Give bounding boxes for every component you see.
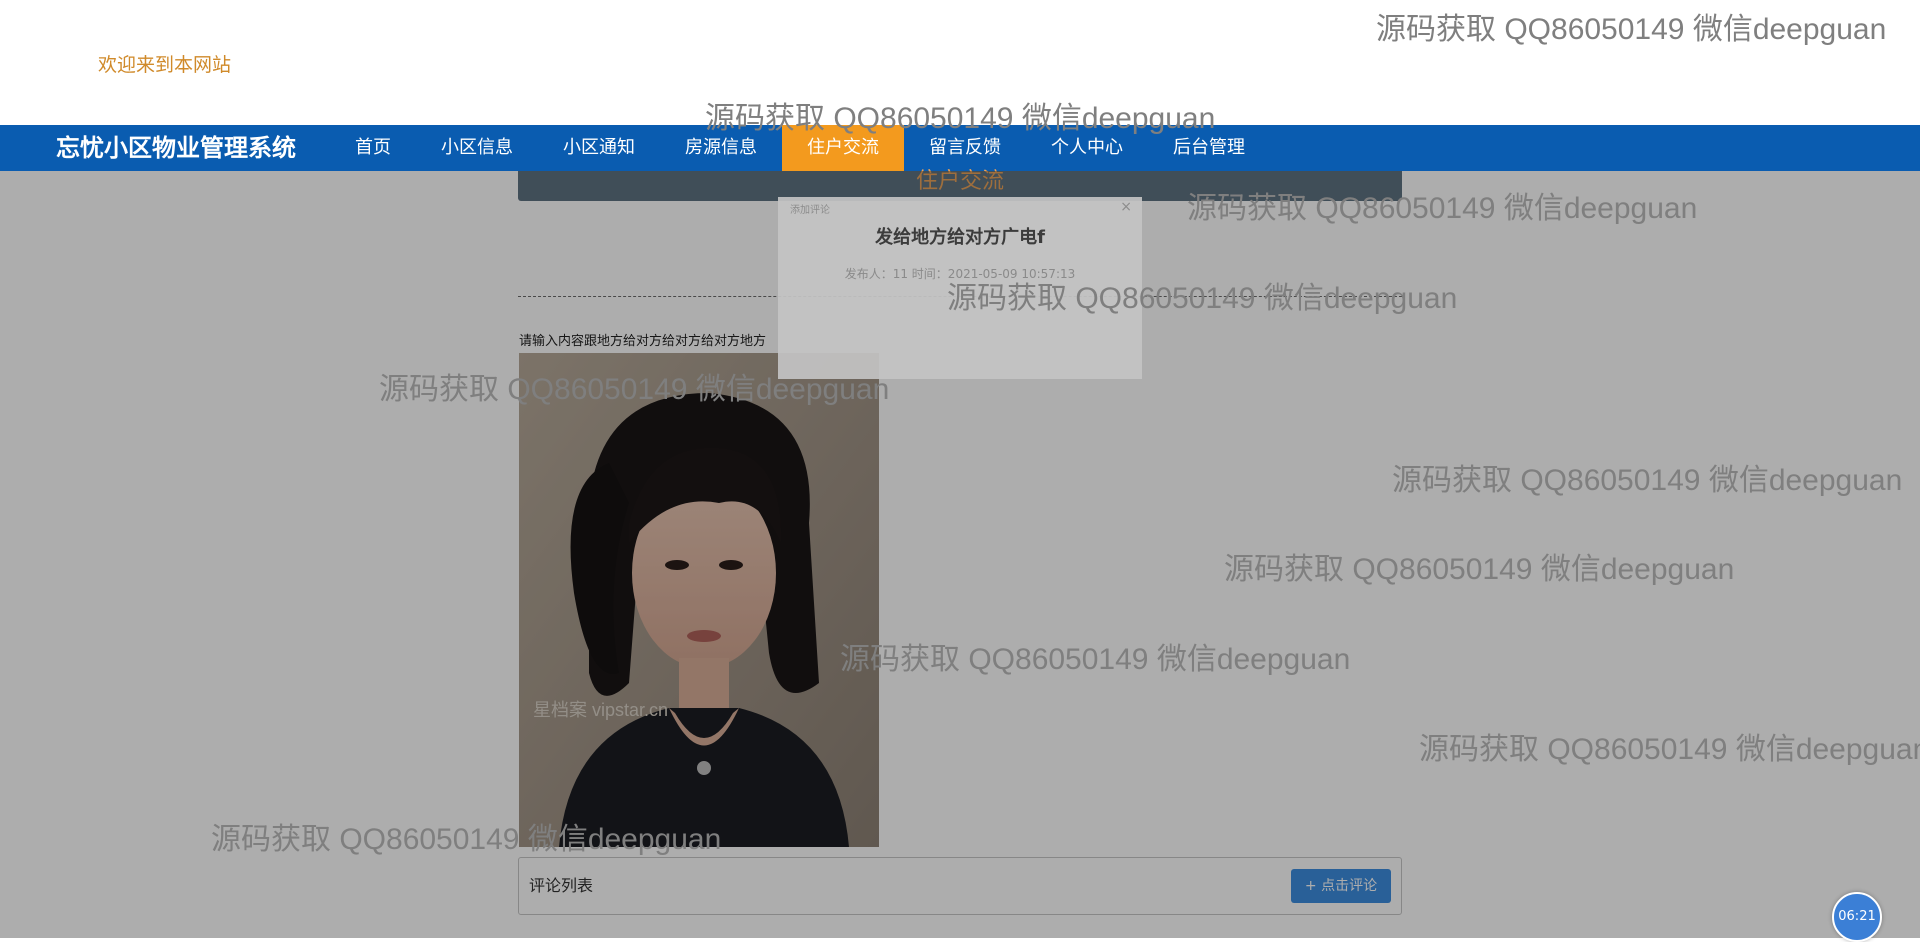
watermark: 源码获取 QQ86050149 微信deepguan	[1419, 733, 1920, 766]
site-brand[interactable]: 忘忧小区物业管理系统	[56, 125, 296, 171]
watermark: 源码获取 QQ86050149 微信deepguan	[1187, 192, 1698, 225]
close-icon[interactable]: ×	[1120, 199, 1132, 215]
watermark: 源码获取 QQ86050149 微信deepguan	[840, 643, 1351, 676]
watermark: 源码获取 QQ86050149 微信deepguan	[379, 373, 890, 406]
modal-title: 发给地方给对方广电f	[875, 227, 1045, 248]
watermark: 源码获取 QQ86050149 微信deepguan	[1376, 13, 1887, 46]
watermark: 源码获取 QQ86050149 微信deepguan	[705, 102, 1216, 135]
modal-header: 添加评论	[790, 205, 830, 216]
watermark: 源码获取 QQ86050149 微信deepguan	[211, 823, 722, 856]
watermark: 源码获取 QQ86050149 微信deepguan	[1224, 553, 1735, 586]
watermark: 源码获取 QQ86050149 微信deepguan	[1392, 464, 1903, 497]
clock-badge[interactable]: 06:21	[1832, 892, 1882, 942]
nav-item-home[interactable]: 首页	[330, 125, 416, 171]
watermark: 源码获取 QQ86050149 微信deepguan	[947, 282, 1458, 315]
welcome-text: 欢迎来到本网站	[98, 54, 232, 76]
